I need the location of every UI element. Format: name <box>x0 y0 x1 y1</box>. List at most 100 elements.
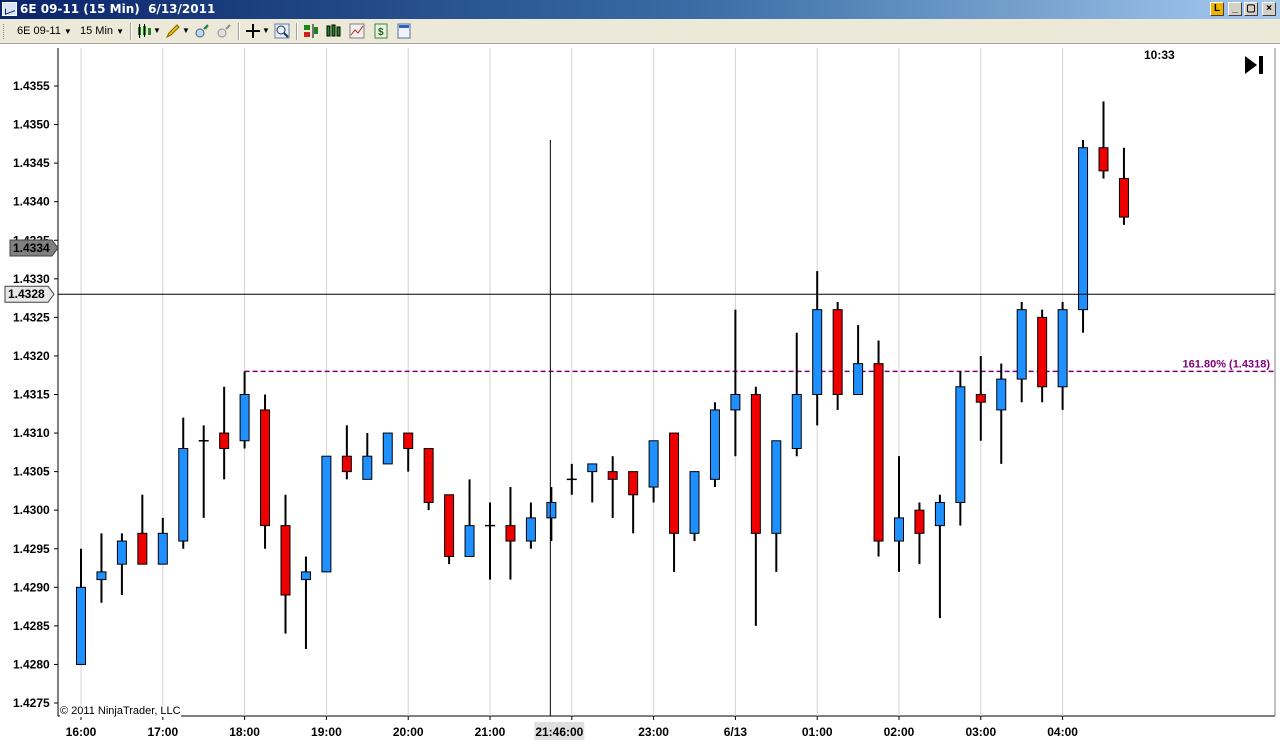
toolbar-separator <box>238 23 240 40</box>
candle-body <box>362 455 373 480</box>
candle <box>321 455 332 573</box>
candle-body <box>546 501 557 519</box>
candlestick-style-icon[interactable] <box>136 23 152 39</box>
candle-body <box>239 394 250 442</box>
candle-body <box>260 409 271 527</box>
y-tick-label: 1.4355 <box>13 79 50 93</box>
fib-level-label: 161.80% (1.4318) <box>1183 358 1271 370</box>
candle <box>771 440 782 572</box>
candle <box>894 456 904 572</box>
candle <box>669 432 680 572</box>
candle <box>505 487 516 580</box>
candle <box>96 533 107 603</box>
chevron-down-icon[interactable]: ▼ <box>153 23 161 39</box>
candle <box>873 340 884 557</box>
y-tick-label: 1.4300 <box>13 503 50 517</box>
y-tick-label: 1.4315 <box>13 388 50 402</box>
candle-body <box>96 571 107 581</box>
dollar-data-box-icon[interactable]: $ <box>373 23 389 39</box>
candle-body <box>280 525 291 596</box>
candle-body <box>178 447 189 542</box>
indicators-icon[interactable] <box>326 23 342 39</box>
candle <box>996 363 1007 464</box>
x-tick-label: 18:00 <box>229 725 260 739</box>
candle <box>1016 301 1027 403</box>
app-chart-icon <box>2 2 17 16</box>
candle <box>1037 309 1048 403</box>
toolbar-grip[interactable] <box>3 24 7 39</box>
zoom-out-icon[interactable] <box>216 23 232 39</box>
candle <box>914 502 925 565</box>
chart-panel[interactable]: 16:00 17:00 18:00 19:00 20:00 21:00 23:00 6/13 0… <box>0 44 1280 751</box>
order-entry-icon[interactable] <box>303 23 319 39</box>
candle <box>403 432 414 472</box>
strategies-icon[interactable] <box>349 23 365 39</box>
candle-body <box>853 363 864 395</box>
candle <box>157 517 168 565</box>
y-tick-label: 1.4320 <box>13 349 50 363</box>
minimize-button[interactable]: _ <box>1228 2 1242 16</box>
clock-label: 10:33 <box>1144 48 1175 62</box>
candle-body <box>116 540 127 565</box>
candle <box>975 355 986 441</box>
x-tick-label: 23:00 <box>638 725 669 739</box>
candle <box>587 463 598 503</box>
candle <box>382 432 393 465</box>
window-title-bar[interactable]: 6E 09-11 (15 Min) 6/13/2011 L _ ▢ × <box>0 0 1280 19</box>
candle-body <box>669 432 680 534</box>
properties-icon[interactable] <box>396 23 412 39</box>
candle-body <box>975 394 986 403</box>
candle-body <box>873 363 884 542</box>
candle <box>791 332 802 457</box>
candle <box>280 494 291 634</box>
candle-body <box>709 409 720 480</box>
crosshair-icon[interactable] <box>245 23 261 39</box>
candle <box>730 309 741 457</box>
candle-body <box>894 517 904 542</box>
x-tick-label: 01:00 <box>802 725 833 739</box>
candle <box>116 533 127 596</box>
instrument-label: 6E 09-11 <box>17 25 61 37</box>
link-tag-button[interactable]: L <box>1210 2 1224 16</box>
copyright-label: © 2011 NinjaTrader, LLC <box>60 705 181 717</box>
svg-text:+: + <box>204 23 209 32</box>
instrument-selector[interactable]: 6E 09-11 ▼ <box>17 23 72 39</box>
candle-body <box>1078 147 1089 311</box>
jump-to-end-icon[interactable] <box>1243 54 1267 76</box>
zoom-in-icon[interactable]: + <box>194 23 210 39</box>
candle-body <box>403 432 414 449</box>
candle-body <box>219 432 230 449</box>
candle-body <box>321 455 332 573</box>
candle-body <box>1016 309 1027 380</box>
y-tick-label: 1.4345 <box>13 156 50 170</box>
price-chart[interactable]: 16:00 17:00 18:00 19:00 20:00 21:00 23:00 6/13 0… <box>0 44 1280 751</box>
y-tick-label: 1.4305 <box>13 465 50 479</box>
candle-body <box>607 471 618 480</box>
close-button[interactable]: × <box>1262 2 1276 16</box>
x-tick-label: 21:00 <box>475 725 506 739</box>
interval-selector[interactable]: 15 Min ▼ <box>80 23 124 39</box>
magnifier-icon[interactable] <box>274 23 290 39</box>
candle <box>832 301 843 410</box>
candle <box>934 494 945 619</box>
candle-body <box>996 378 1007 411</box>
y-tick-label: 1.4295 <box>13 542 50 556</box>
last-price-marker-label: 1.4334 <box>13 241 50 255</box>
candle-body <box>76 586 86 665</box>
candle <box>750 386 761 626</box>
candle <box>362 433 373 480</box>
pencil-draw-icon[interactable] <box>165 23 181 39</box>
x-tick-label: 6/13 <box>724 725 748 739</box>
candle <box>689 471 700 542</box>
restore-button[interactable]: ▢ <box>1244 2 1258 16</box>
candle-body <box>341 455 352 473</box>
chevron-down-icon[interactable]: ▼ <box>182 23 190 39</box>
candle-body <box>648 440 659 488</box>
chevron-down-icon[interactable]: ▼ <box>262 23 270 39</box>
candle <box>546 487 557 542</box>
candle <box>607 456 618 518</box>
candle-body <box>423 447 434 503</box>
candle <box>464 479 475 557</box>
svg-text:$: $ <box>378 27 384 38</box>
candle <box>648 440 659 503</box>
